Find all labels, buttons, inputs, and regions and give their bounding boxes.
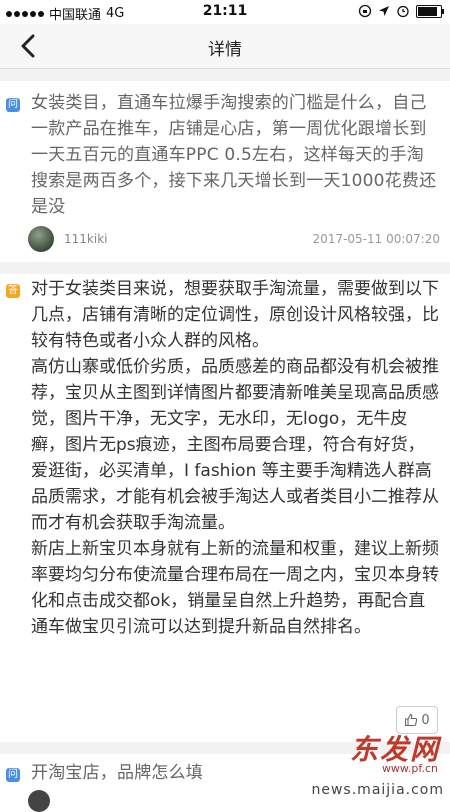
watermark: 东发网 www.pf.cn news.maijia.com — [260, 724, 450, 800]
section-gap — [0, 262, 450, 274]
answer-paragraph: 高仿山寨或低价劣质，品质感差的商品都没有机会被推荐，宝贝从主图到详情图片都要清新… — [31, 357, 439, 533]
answer-body: 对于女装类目来说，想要获取手淘流量，需要做到以下几点，店铺有清晰的定位调性，原创… — [31, 276, 441, 640]
question-meta: 111kiki 2017-05-11 00:07:20 — [28, 226, 440, 256]
author-name[interactable]: 111kiki — [64, 232, 107, 246]
question-badge: 问 — [6, 768, 20, 782]
question-badge: 问 — [6, 98, 20, 112]
watermark-url: news.maijia.com — [311, 782, 444, 798]
alarm-icon — [397, 5, 409, 18]
location-icon — [379, 6, 389, 16]
question-text[interactable]: 女装类目，直通车拉爆手淘搜索的门槛是什么，自己一款产品在推车，店铺是心店，第一周… — [31, 90, 439, 220]
avatar[interactable] — [28, 226, 54, 252]
answer-badge: 答 — [6, 284, 20, 298]
navigation-bar: 详情 — [0, 24, 450, 69]
answer-paragraph: 新店上新宝贝本身就有上新的流量和权重，建议上新频率要均匀分布使流量合理布局在一周… — [31, 539, 439, 637]
section-gap — [0, 69, 450, 81]
answer-paragraph: 对于女装类目来说，想要获取手淘流量，需要做到以下几点，店铺有清晰的定位调性，原创… — [31, 279, 439, 351]
watermark-site: www.pf.cn — [381, 762, 438, 775]
lock-rotation-icon — [358, 4, 372, 18]
status-bar: 中国联通 4G 21:11 — [0, 0, 450, 24]
post-time: 2017-05-11 00:07:20 — [312, 232, 440, 246]
avatar[interactable] — [28, 790, 50, 812]
page-title: 详情 — [208, 40, 242, 60]
battery-icon — [416, 4, 444, 18]
